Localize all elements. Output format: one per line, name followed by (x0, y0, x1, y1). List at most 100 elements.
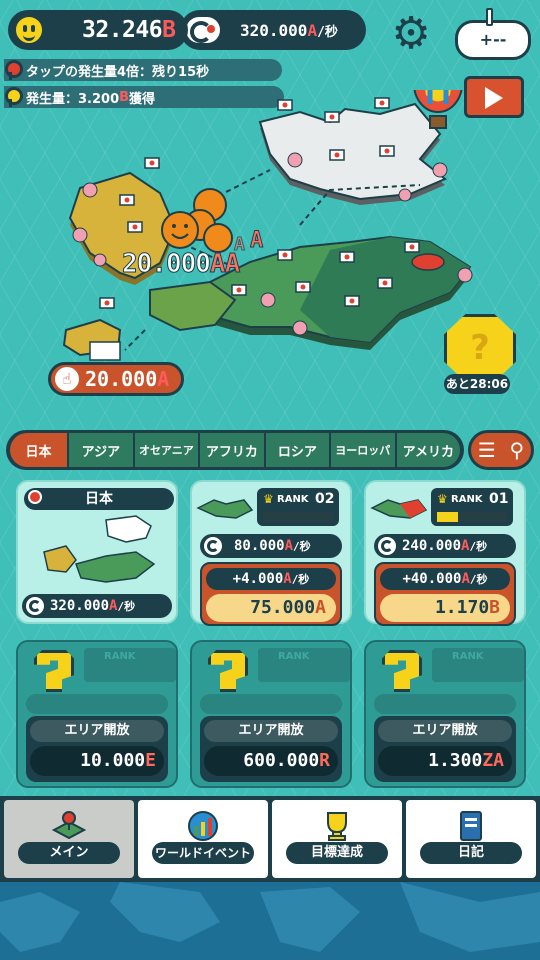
region-card-2-rate: 240.000 A/秒 (374, 534, 516, 558)
rank-value: 02 (315, 491, 335, 507)
mystery-box-timer: あと28:06 (444, 374, 510, 394)
floating-unit-a1: A (249, 228, 263, 254)
rate-icon (26, 597, 44, 615)
tap-cost-unit: A (157, 367, 170, 391)
locked-region-3-unlock-button[interactable]: エリア開放 1.300ZA (374, 716, 516, 782)
japan-card-title: 日本 (24, 488, 174, 510)
currency-unit: B (162, 17, 176, 43)
unlock-cost: 10.000E (30, 746, 164, 776)
tap-boost-notice: タップの発生量4倍：残り15秒 (4, 59, 282, 81)
unlock-cost: 1.300ZA (378, 746, 512, 776)
controller-label: +-- (479, 30, 507, 49)
currency-display: 32.246B (8, 10, 188, 50)
rank-progress-bar (263, 512, 333, 522)
rank-label: RANK (277, 494, 309, 505)
upgrade-increment: +4.000A/秒 (206, 568, 336, 590)
japan-mini-map (43, 515, 156, 583)
house-icon (89, 341, 121, 361)
tab-america[interactable]: アメリカ (396, 433, 461, 467)
currency-value: 32.246 (82, 17, 163, 43)
region-card-2-rank: ♛ RANK 01 (431, 488, 513, 526)
rank-progress-fill (437, 512, 458, 522)
region-card-1-rank: ♛ RANK 02 (257, 488, 339, 526)
bottom-navigation: メイン ワールドイベント 目標達成 日記 (0, 796, 540, 882)
floating-unit-a2: A (234, 234, 246, 256)
locked-rank: RANK (258, 648, 350, 682)
tap-cost-pill[interactable]: ☝ 20.000A (48, 362, 184, 396)
tap-hand-icon: ☝ (55, 367, 79, 391)
region-card-1-map (196, 499, 254, 519)
smile-coin-icon (14, 15, 44, 45)
notebook-icon (460, 811, 482, 841)
mystery-box-button[interactable]: ? (444, 314, 516, 382)
unlock-label: エリア開放 (378, 720, 512, 742)
locked-rate-placeholder (374, 694, 516, 714)
tap-boost-text: タップの発生量4倍：残り15秒 (26, 64, 210, 80)
list-button[interactable]: ☰ ⚲ (468, 430, 534, 470)
balloon-icon: ⚲ (509, 438, 525, 462)
tap-gain-popup: 20.000AA (122, 249, 241, 280)
japan-rate-value: 320.000 (50, 598, 110, 614)
smiley-character-cluster[interactable] (161, 188, 233, 253)
rank-progress-bar (437, 512, 507, 522)
rank-label: RANK (451, 494, 483, 505)
play-icon (485, 87, 503, 109)
tab-europe[interactable]: ヨーロッパ (331, 433, 395, 467)
rate-icon (204, 537, 222, 555)
region-card-2-map (370, 499, 428, 519)
japan-rate-unit: A (109, 598, 118, 614)
nav-goals[interactable]: 目標達成 (272, 800, 402, 878)
region-card-1-rate: 80.000 A/秒 (200, 534, 342, 558)
red-pin-icon (4, 60, 23, 80)
japan-rate-pill: 320.000 A/秒 (22, 594, 172, 618)
upgrade-cost: 75.000A (206, 594, 336, 622)
region-card-2-upgrade-button[interactable]: +40.000A/秒 1.170B (374, 562, 516, 626)
rate-icon (378, 537, 396, 555)
tab-japan[interactable]: 日本 (10, 433, 68, 467)
locked-region-2-unlock-button[interactable]: エリア開放 600.000R (200, 716, 342, 782)
rate-unit: A (307, 20, 318, 40)
region-tabs: 日本 アジア オセアニア アフリカ ロシア ヨーロッパ アメリカ (6, 430, 464, 470)
upgrade-increment: +40.000A/秒 (380, 568, 510, 590)
tap-gain-value: 20.000 (122, 249, 212, 280)
tap-cost-value: 20.000 (85, 367, 158, 391)
mystery-box-label: ? (470, 328, 490, 368)
watch-video-button[interactable] (464, 76, 524, 118)
settings-gear-icon[interactable]: ⚙ (382, 12, 440, 58)
game-controller-button[interactable]: +-- (455, 8, 531, 60)
tab-oceania[interactable]: オセアニア (134, 433, 199, 467)
production-rate-display: 320.000A/秒 (180, 10, 366, 50)
list-icon: ☰ (477, 438, 496, 462)
nav-diary[interactable]: 日記 (406, 800, 536, 878)
locked-rank: RANK (432, 648, 524, 682)
region-card-1-upgrade-button[interactable]: +4.000A/秒 75.000A (200, 562, 342, 626)
locked-rate-placeholder (200, 694, 342, 714)
nav-main[interactable]: メイン (4, 800, 134, 878)
nav-world-event-label: ワールドイベント (152, 842, 254, 864)
globe-chart-icon (188, 811, 218, 841)
upgrade-cost: 1.170B (380, 594, 510, 622)
map-pin-icon (52, 811, 86, 840)
boat-icon (411, 253, 445, 271)
rank-value: 01 (489, 491, 509, 507)
tab-africa[interactable]: アフリカ (200, 433, 264, 467)
locked-region-1-unlock-button[interactable]: エリア開放 10.000E (26, 716, 168, 782)
nav-world-event[interactable]: ワールドイベント (138, 800, 268, 878)
tab-asia[interactable]: アジア (69, 433, 133, 467)
nav-diary-label: 日記 (420, 842, 522, 864)
japan-rate-suffix: /秒 (117, 600, 136, 613)
rate-icon (186, 17, 220, 43)
world-map-footer (0, 882, 540, 960)
rate-suffix: /秒 (317, 24, 338, 40)
unlock-label: エリア開放 (30, 720, 164, 742)
unlock-cost: 600.000R (204, 746, 338, 776)
trophy-icon (327, 812, 347, 841)
locked-rate-placeholder (26, 694, 168, 714)
rate-value: 320.000 (240, 20, 308, 40)
nav-main-label: メイン (18, 842, 120, 864)
locked-rank: RANK (84, 648, 176, 682)
hokkaido-region[interactable] (258, 102, 447, 205)
nav-goals-label: 目標達成 (286, 842, 388, 864)
tab-russia[interactable]: ロシア (265, 433, 330, 467)
unlock-label: エリア開放 (204, 720, 338, 742)
